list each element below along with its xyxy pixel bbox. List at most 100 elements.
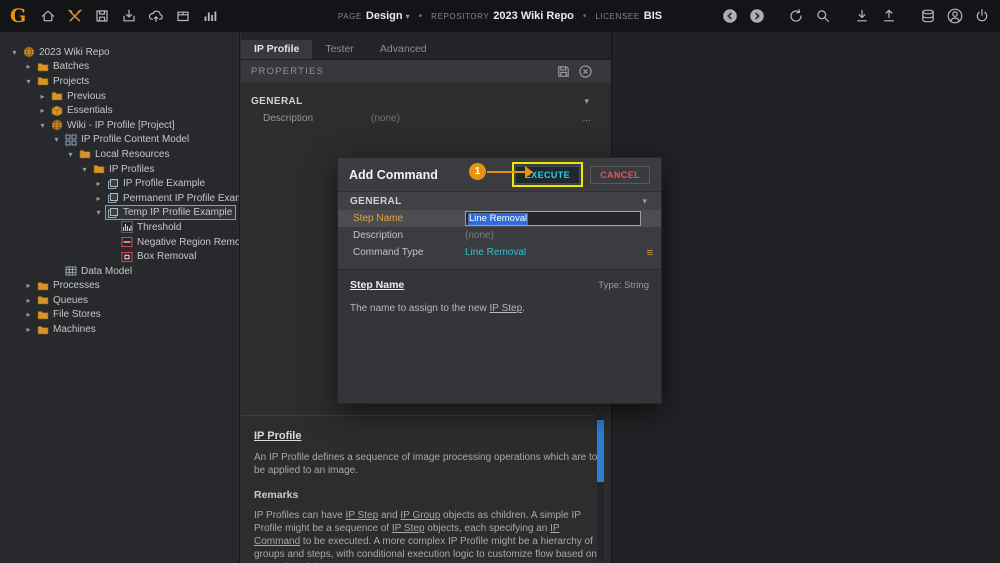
tools-icon[interactable] [67, 8, 83, 24]
tree-item-file-stores[interactable]: ▸ File Stores [0, 308, 239, 323]
description-row[interactable]: Description (none) [338, 227, 661, 244]
save-device-icon[interactable] [94, 8, 110, 24]
power-icon[interactable] [974, 8, 990, 24]
tree-item-temp-ip-profile-example[interactable]: ▾Temp IP Profile Example [0, 206, 239, 221]
cloud-upload-icon[interactable] [148, 8, 164, 24]
expand-arrow-icon[interactable]: ▸ [92, 194, 105, 203]
close-icon[interactable] [578, 64, 593, 79]
add-command-dialog: Add Command EXECUTE CANCEL GENERAL ▾ Ste… [337, 157, 662, 404]
page-label: PAGE [338, 12, 362, 21]
expand-arrow-icon[interactable]: ▸ [36, 92, 49, 101]
tree-item-queues[interactable]: ▸Queues [0, 293, 239, 308]
documentation-panel: IP Profile An IP Profile defines a seque… [241, 415, 595, 563]
tree-item-label: Permanent IP Profile Example [123, 192, 240, 205]
package-icon[interactable] [175, 8, 191, 24]
expand-arrow-icon[interactable]: ▸ [22, 310, 35, 319]
tree-item-data-model[interactable]: Data Model [0, 264, 239, 279]
expand-arrow-icon[interactable]: ▾ [50, 135, 63, 144]
user-icon[interactable] [947, 8, 963, 24]
expand-arrow-icon[interactable]: ▸ [92, 179, 105, 188]
help-body: The name to assign to the new IP Step. [350, 303, 649, 314]
cancel-button[interactable]: CANCEL [590, 166, 650, 184]
topbar-right-icons [722, 8, 990, 24]
layers-icon[interactable] [920, 8, 936, 24]
expand-arrow-icon[interactable]: ▸ [22, 281, 35, 290]
doc-title-link[interactable]: IP Profile [254, 430, 301, 442]
doc-text: IP Profiles can have [254, 510, 346, 521]
scrollbar-thumb[interactable] [597, 420, 604, 482]
tree-item-local-resources[interactable]: ▾Local Resources [0, 147, 239, 162]
tab-tester[interactable]: Tester [312, 40, 367, 59]
chart-icon[interactable] [202, 8, 218, 24]
expand-arrow-icon[interactable]: ▸ [22, 325, 35, 334]
globe-icon [51, 119, 63, 131]
app-window: G PAGE Design ▾ • REPOSITORY 2023 Wiki R… [0, 0, 1000, 563]
description-row[interactable]: Description (none) ... [241, 110, 611, 127]
expand-arrow-icon[interactable]: ▾ [92, 208, 105, 217]
properties-scrollbar[interactable] [597, 418, 604, 561]
chevron-down-icon: ▾ [406, 12, 410, 21]
tree-item-content: IP Profile Example [105, 176, 209, 191]
tree-item-projects[interactable]: ▾Projects [0, 74, 239, 89]
tree-item-content: Data Model [63, 264, 136, 279]
dialog-general-header[interactable]: GENERAL ▾ [338, 192, 661, 210]
properties-actions [556, 64, 593, 79]
repository-indicator[interactable]: REPOSITORY 2023 Wiki Repo [431, 10, 574, 22]
step-name-input[interactable]: Line Removal [465, 211, 641, 226]
tree-item-processes[interactable]: ▸Processes [0, 279, 239, 294]
tree-item-ip-profile-content-model[interactable]: ▾IP Profile Content Model [0, 133, 239, 148]
help-text: The name to assign to the new [350, 303, 490, 314]
tree-item-label: File Stores [53, 308, 101, 321]
save-icon[interactable] [556, 64, 571, 79]
doc-link[interactable]: IP Group [400, 510, 440, 521]
back-icon[interactable] [722, 8, 738, 24]
tree-item-wiki-ip-profile-project[interactable]: ▾ Wiki - IP Profile [Project] [0, 118, 239, 133]
step-name-row[interactable]: Step Name Line Removal [338, 210, 661, 227]
more-button[interactable]: ... [583, 113, 591, 124]
general-title: GENERAL [251, 96, 303, 107]
tree-item-permanent-ip-profile-example[interactable]: ▸ Permanent IP Profile Example [0, 191, 239, 206]
command-type-row[interactable]: Command Type Line Removal ≡ [338, 244, 661, 261]
download-icon[interactable] [854, 8, 870, 24]
tab-ip-profile[interactable]: IP Profile [241, 40, 312, 59]
repository-value: 2023 Wiki Repo [493, 10, 574, 22]
upload-icon[interactable] [881, 8, 897, 24]
expand-arrow-icon[interactable]: ▾ [64, 150, 77, 159]
tree-item-label: 2023 Wiki Repo [39, 46, 110, 59]
tree-item-essentials[interactable]: ▸Essentials [0, 103, 239, 118]
tree-item-batches[interactable]: ▸Batches [0, 60, 239, 75]
tree-item-ip-profile-example[interactable]: ▸IP Profile Example [0, 176, 239, 191]
expand-arrow-icon[interactable]: ▾ [78, 165, 91, 174]
general-section-header[interactable]: GENERAL ▾ [241, 92, 611, 110]
doc-link[interactable]: IP Step [346, 510, 379, 521]
refresh-icon[interactable] [788, 8, 804, 24]
tree-item-machines[interactable]: ▸Machines [0, 322, 239, 337]
import-box-icon[interactable] [121, 8, 137, 24]
tree-item-label: Wiki - IP Profile [Project] [67, 119, 175, 132]
doc-link[interactable]: IP Step [392, 523, 425, 534]
menu-icon[interactable]: ≡ [647, 247, 653, 259]
tree-item-content: Essentials [49, 103, 117, 118]
tree-item-previous[interactable]: ▸ Previous [0, 89, 239, 104]
doc-remarks-title: Remarks [254, 489, 593, 501]
expand-arrow-icon[interactable]: ▾ [36, 121, 49, 130]
tree-item-2023-wiki-repo[interactable]: ▾ 2023 Wiki Repo [0, 45, 239, 60]
expand-arrow-icon[interactable]: ▸ [22, 296, 35, 305]
tree-item-threshold[interactable]: Threshold [0, 220, 239, 235]
expand-arrow-icon[interactable]: ▾ [8, 48, 21, 57]
viewer-panel [611, 32, 1000, 563]
help-panel: Step Name Type: String The name to assig… [338, 269, 661, 403]
tree-item-ip-profiles[interactable]: ▾IP Profiles [0, 162, 239, 177]
tree-item-negative-region-removal[interactable]: Negative Region Removal [0, 235, 239, 250]
page-selector[interactable]: PAGE Design ▾ [338, 10, 410, 22]
forward-icon[interactable] [749, 8, 765, 24]
tree-item-box-removal[interactable]: Box Removal [0, 249, 239, 264]
expand-arrow-icon[interactable]: ▸ [22, 62, 35, 71]
help-link[interactable]: IP Step [490, 303, 523, 314]
expand-arrow-icon[interactable]: ▸ [36, 106, 49, 115]
search-icon[interactable] [815, 8, 831, 24]
tree-item-label: Previous [67, 90, 106, 103]
tab-advanced[interactable]: Advanced [367, 40, 440, 59]
home-icon[interactable] [40, 8, 56, 24]
expand-arrow-icon[interactable]: ▾ [22, 77, 35, 86]
